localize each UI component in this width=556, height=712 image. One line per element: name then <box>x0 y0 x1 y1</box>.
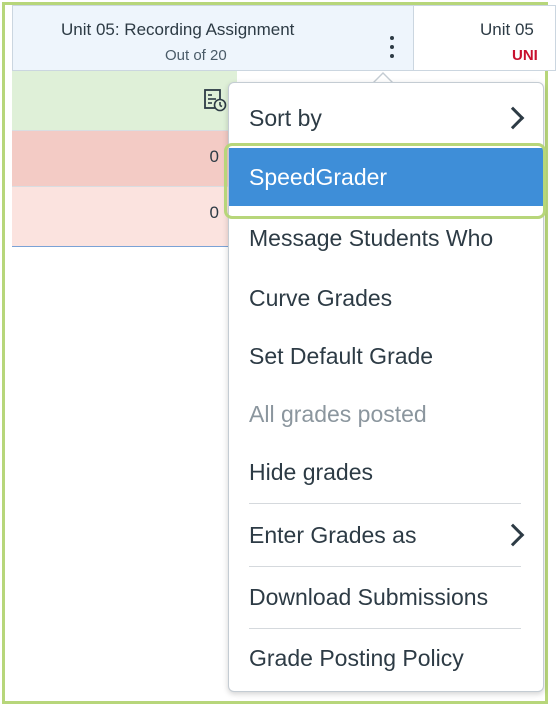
menu-item-label: Download Submissions <box>249 584 489 610</box>
column-status: UNI <box>512 47 538 64</box>
chevron-right-icon <box>501 523 525 547</box>
menu-item-label: Enter Grades as <box>249 522 417 548</box>
column-title: Unit 05: Recording Assignment <box>61 20 295 39</box>
next-column-header[interactable]: Unit 05 UNI <box>414 5 556 71</box>
menu-item-label: Hide grades <box>249 459 374 485</box>
chevron-right-icon <box>501 106 525 130</box>
menu-item-label: Set Default Grade <box>249 343 434 369</box>
column-title: Unit 05 <box>480 20 534 39</box>
grade-value: 0 <box>209 203 219 222</box>
grade-value: 0 <box>209 147 219 166</box>
menu-item-hide-grades[interactable]: Hide grades <box>229 443 543 501</box>
menu-item-label: All grades posted <box>249 401 427 427</box>
menu-item-speedgrader[interactable]: SpeedGrader <box>229 148 543 206</box>
grade-cell[interactable]: 0 <box>12 187 237 247</box>
menu-item-label: Curve Grades <box>249 285 393 311</box>
column-options-kebab-icon[interactable] <box>385 36 399 62</box>
menu-item-label: Grade Posting Policy <box>249 645 464 671</box>
missing-submission-icon <box>204 89 227 112</box>
menu-divider <box>249 566 521 567</box>
assignment-column-header[interactable]: Unit 05: Recording Assignment Out of 20 <box>12 5 414 71</box>
menu-item-label: Message Students Who <box>249 225 494 251</box>
menu-item-enter-grades-as[interactable]: Enter Grades as <box>229 506 543 564</box>
grade-cell[interactable]: 0 <box>12 131 237 187</box>
menu-item-message-students[interactable]: Message Students Who <box>229 209 543 267</box>
menu-item-curve-grades[interactable]: Curve Grades <box>229 269 543 327</box>
menu-item-label: SpeedGrader <box>249 164 388 190</box>
column-points: Out of 20 <box>165 47 227 64</box>
menu-item-sort-by[interactable]: Sort by <box>229 89 543 147</box>
menu-item-grade-posting-policy[interactable]: Grade Posting Policy <box>229 629 543 687</box>
column-options-menu: Sort by SpeedGrader Message Students Who… <box>228 82 544 692</box>
menu-item-all-grades-posted: All grades posted <box>229 385 543 443</box>
menu-item-set-default-grade[interactable]: Set Default Grade <box>229 327 543 385</box>
grade-cell[interactable] <box>12 71 237 131</box>
menu-divider <box>249 503 521 504</box>
menu-item-download-submissions[interactable]: Download Submissions <box>229 568 543 626</box>
menu-item-label: Sort by <box>249 105 322 131</box>
